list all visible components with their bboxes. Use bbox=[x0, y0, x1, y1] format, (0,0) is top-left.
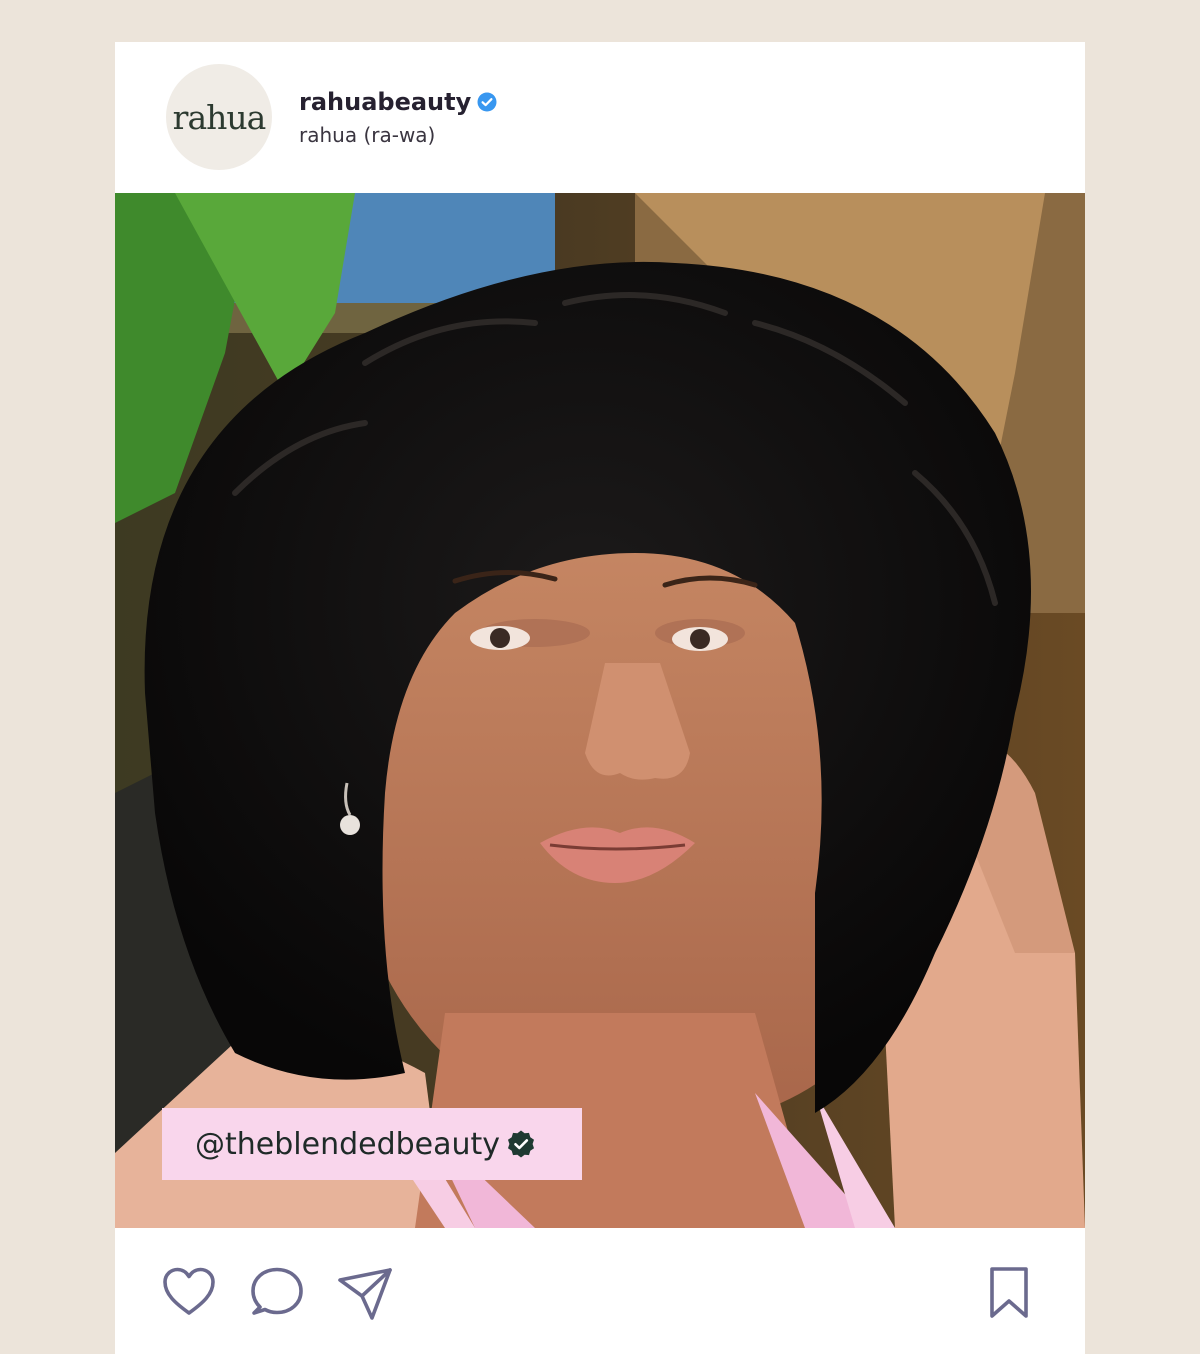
account-subtitle: rahua (ra-wa) bbox=[299, 123, 436, 147]
bookmark-icon[interactable] bbox=[988, 1266, 1030, 1320]
tag-username: @theblendedbeauty bbox=[195, 1126, 501, 1162]
post-photo[interactable]: @theblendedbeauty bbox=[115, 193, 1085, 1228]
post-card: rahua rahuabeauty rahua (ra-wa) @theblen… bbox=[115, 42, 1085, 1354]
verified-badge-icon bbox=[508, 1130, 535, 1158]
username[interactable]: rahuabeauty bbox=[299, 88, 471, 116]
post-actions bbox=[115, 1228, 1085, 1354]
user-tag[interactable]: @theblendedbeauty bbox=[162, 1108, 582, 1180]
username-row: rahuabeauty bbox=[299, 88, 497, 116]
portrait-photo bbox=[115, 193, 1085, 1228]
verified-badge-icon bbox=[477, 92, 497, 112]
heart-icon[interactable] bbox=[161, 1266, 217, 1318]
send-icon[interactable] bbox=[336, 1266, 394, 1322]
comment-icon[interactable] bbox=[249, 1266, 305, 1318]
post-header: rahua rahuabeauty rahua (ra-wa) bbox=[115, 42, 1085, 193]
avatar-logo-text: rahua bbox=[172, 97, 267, 137]
avatar[interactable]: rahua bbox=[166, 64, 272, 170]
